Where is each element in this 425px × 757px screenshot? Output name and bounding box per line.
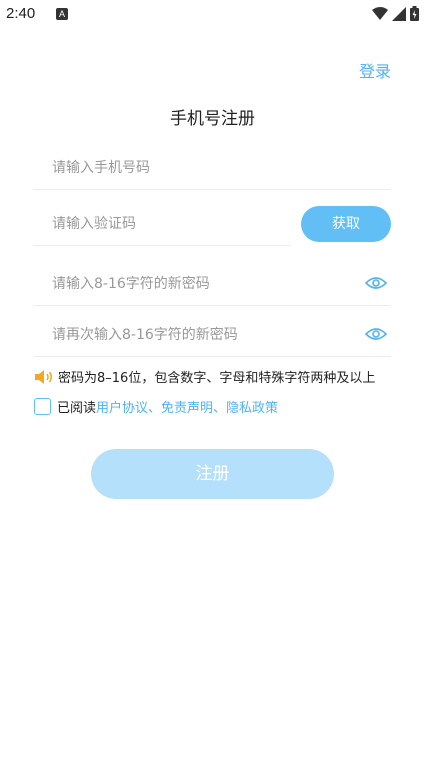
password-hint: 密码为8–16位，包含数字、字母和特殊字符两种及以上: [34, 367, 375, 386]
login-link[interactable]: 登录: [359, 58, 391, 82]
code-field-container: [34, 202, 290, 246]
agreement-prefix: 已阅读: [57, 401, 97, 416]
page-title: 手机号注册: [170, 109, 255, 129]
password-field-container: [34, 262, 391, 306]
phone-input[interactable]: [34, 146, 391, 189]
get-code-button[interactable]: 获取: [301, 206, 391, 242]
status-icons: [372, 6, 419, 21]
agreement-checkbox[interactable]: [34, 398, 51, 415]
status-bar: 2:40 A: [0, 0, 425, 30]
register-button[interactable]: 注册: [91, 449, 334, 499]
speaker-icon: [35, 369, 52, 384]
wifi-icon: [372, 6, 388, 20]
agreement-links[interactable]: 用户协议、免责声明、隐私政策: [96, 401, 278, 416]
agreement-row: 已阅读用户协议、免责声明、隐私政策: [34, 397, 278, 416]
eye-icon[interactable]: [365, 274, 387, 292]
agreement-text: 已阅读用户协议、免责声明、隐私政策: [57, 397, 278, 416]
signal-icon: [392, 6, 406, 21]
battery-icon: [410, 6, 419, 21]
hint-text: 密码为8–16位，包含数字、字母和特殊字符两种及以上: [58, 371, 376, 386]
phone-field-container: [34, 146, 391, 190]
eye-icon[interactable]: [365, 325, 387, 343]
notification-icon: A: [56, 8, 68, 20]
password-confirm-field-container: [34, 313, 391, 357]
verification-code-input[interactable]: [34, 202, 290, 245]
password-input[interactable]: [34, 262, 391, 305]
password-confirm-input[interactable]: [34, 313, 391, 356]
status-time: 2:40: [6, 5, 36, 22]
